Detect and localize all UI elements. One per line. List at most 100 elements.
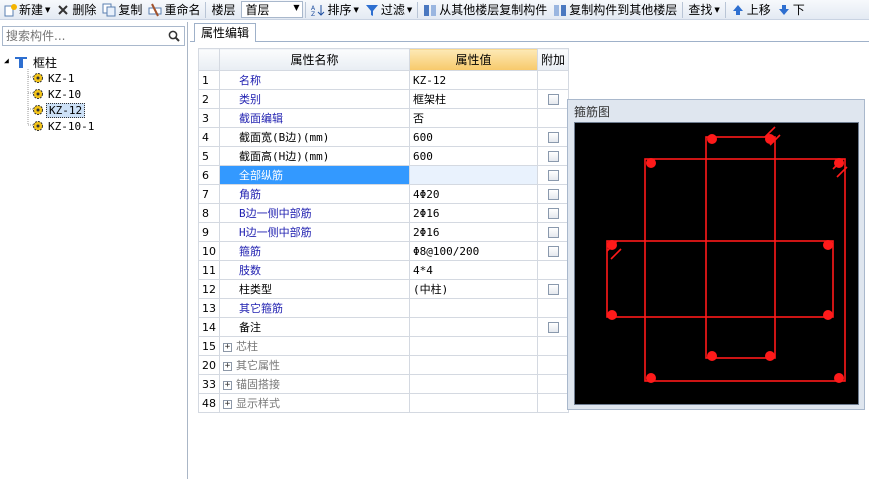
toolbar-divider [305, 1, 307, 18]
table-row[interactable]: 10 箍筋 Φ8@100/200 [198, 241, 570, 261]
move-up-label: 上移 [746, 3, 771, 17]
stirrup-preview-panel: 箍筋图 [567, 99, 865, 410]
table-row-group[interactable]: 20 + 其它属性 [198, 355, 570, 375]
rename-button[interactable]: 重命名 [145, 1, 203, 19]
filter-button[interactable]: 过滤 ▼ [362, 1, 415, 19]
property-name: + 芯柱 [219, 336, 410, 356]
tab-property-edit[interactable]: 属性编辑 [194, 23, 257, 42]
tree-item-kz-1[interactable]: KZ-1 [0, 70, 186, 86]
copy-from-floor-button[interactable]: 从其他楼层复制构件 [420, 1, 550, 19]
table-row[interactable]: 8 B边一侧中部筋 2Φ16 [198, 203, 570, 223]
collapse-arrow-icon[interactable]: ◢ [4, 56, 9, 65]
table-row[interactable]: 14 备注 [198, 317, 570, 337]
tree-root-frame-column[interactable]: ◢ 框柱 [0, 54, 186, 70]
property-value[interactable]: (中柱) [409, 279, 538, 299]
tree-item-kz-10[interactable]: KZ-10 [0, 86, 186, 102]
table-row[interactable]: 11 肢数 4*4 [198, 260, 570, 280]
property-value[interactable]: Φ8@100/200 [409, 241, 538, 261]
extra-checkbox[interactable] [547, 170, 559, 181]
property-value[interactable]: 否 [409, 108, 538, 128]
expand-icon[interactable]: + [223, 361, 232, 371]
copy-button[interactable]: 复制 [99, 1, 145, 19]
table-row[interactable]: 1 名称 KZ-12 [198, 70, 570, 90]
extra-cell [536, 203, 570, 223]
table-row[interactable]: 13 其它箍筋 [198, 298, 570, 318]
property-value[interactable]: 2Φ16 [409, 203, 538, 223]
tree-item-kz-10-1[interactable]: KZ-10-1 [0, 118, 186, 134]
extra-cell [536, 298, 570, 318]
extra-column-header[interactable]: 附加 [536, 48, 570, 71]
table-row-group[interactable]: 33 + 锚固搭接 [198, 374, 570, 394]
property-value[interactable] [409, 298, 538, 318]
property-name-text: H边一侧中部筋 [239, 226, 312, 239]
property-value[interactable] [409, 317, 538, 337]
new-button[interactable]: 新建 ▼ [0, 1, 53, 19]
property-value [409, 336, 538, 356]
row-number: 3 [198, 108, 220, 128]
property-value[interactable]: 4Φ20 [409, 184, 538, 204]
property-value[interactable]: 600 [409, 146, 538, 166]
extra-cell [536, 260, 570, 280]
property-value[interactable]: 600 [409, 127, 538, 147]
extra-checkbox[interactable] [547, 322, 559, 333]
table-row-selected[interactable]: 6 全部纵筋 [198, 165, 570, 185]
table-row-group[interactable]: 15 + 芯柱 [198, 336, 570, 356]
expand-icon[interactable]: + [223, 342, 232, 352]
table-row[interactable]: 2 类别 框架柱 [198, 89, 570, 109]
property-value[interactable] [409, 165, 538, 185]
property-value[interactable]: 4*4 [409, 260, 538, 280]
property-name-text: B边一侧中部筋 [239, 207, 312, 220]
rebar-dot [765, 134, 775, 144]
value-column-header[interactable]: 属性值 [409, 48, 538, 71]
sort-button[interactable]: AZ 排序 ▼ [308, 1, 361, 19]
chevron-down-icon: ▼ [45, 5, 51, 14]
row-number: 8 [198, 203, 220, 223]
property-name-text: 备注 [239, 321, 261, 334]
find-button[interactable]: 查找 ▼ [685, 1, 722, 19]
delete-icon [56, 3, 70, 17]
table-row[interactable]: 7 角筋 4Φ20 [198, 184, 570, 204]
extra-checkbox[interactable] [547, 151, 559, 162]
extra-checkbox[interactable] [547, 227, 559, 238]
row-number: 48 [198, 393, 220, 413]
extra-cell [536, 279, 570, 299]
name-column-header[interactable]: 属性名称 [219, 48, 410, 71]
table-row[interactable]: 5 截面高(H边)(mm) 600 [198, 146, 570, 166]
property-name: 角筋 [219, 184, 410, 204]
copy-label: 复制 [118, 3, 143, 17]
table-row[interactable]: 12 柱类型 (中柱) [198, 279, 570, 299]
extra-checkbox[interactable] [547, 189, 559, 200]
inner-stirrup-vertical [705, 136, 776, 359]
property-name: + 其它属性 [219, 355, 410, 375]
copy-to-floor-button[interactable]: 复制构件到其他楼层 [550, 1, 680, 19]
expand-icon[interactable]: + [223, 380, 232, 390]
search-input[interactable] [3, 28, 161, 44]
rebar-dot [834, 158, 844, 168]
extra-checkbox[interactable] [547, 284, 559, 295]
table-row[interactable]: 9 H边一侧中部筋 2Φ16 [198, 222, 570, 242]
tree-item-kz-12[interactable]: KZ-12 [0, 102, 186, 118]
inner-stirrup-horizontal [606, 240, 834, 318]
property-value[interactable]: 2Φ16 [409, 222, 538, 242]
delete-button[interactable]: 删除 [53, 1, 99, 19]
extra-checkbox[interactable] [547, 208, 559, 219]
property-value [409, 393, 538, 413]
table-row[interactable]: 4 截面宽(B边)(mm) 600 [198, 127, 570, 147]
search-icon[interactable] [168, 30, 180, 42]
tab-strip: 属性编辑 [190, 22, 869, 42]
table-row[interactable]: 3 截面编辑 否 [198, 108, 570, 128]
property-value[interactable]: 框架柱 [409, 89, 538, 109]
tab-label: 属性编辑 [201, 26, 250, 40]
property-value[interactable]: KZ-12 [409, 70, 538, 90]
expand-icon[interactable]: + [223, 399, 232, 409]
floor-select[interactable]: 首层 ▼ [241, 1, 304, 18]
extra-checkbox[interactable] [547, 246, 559, 257]
extra-checkbox[interactable] [547, 132, 559, 143]
svg-text:Z: Z [311, 11, 315, 17]
stirrup-diagram [606, 126, 848, 383]
move-up-button[interactable]: 上移 [728, 1, 774, 19]
extra-cell [536, 184, 570, 204]
table-row-group[interactable]: 48 + 显示样式 [198, 393, 570, 413]
move-down-button[interactable]: 下 [774, 1, 808, 19]
extra-checkbox[interactable] [547, 94, 559, 105]
